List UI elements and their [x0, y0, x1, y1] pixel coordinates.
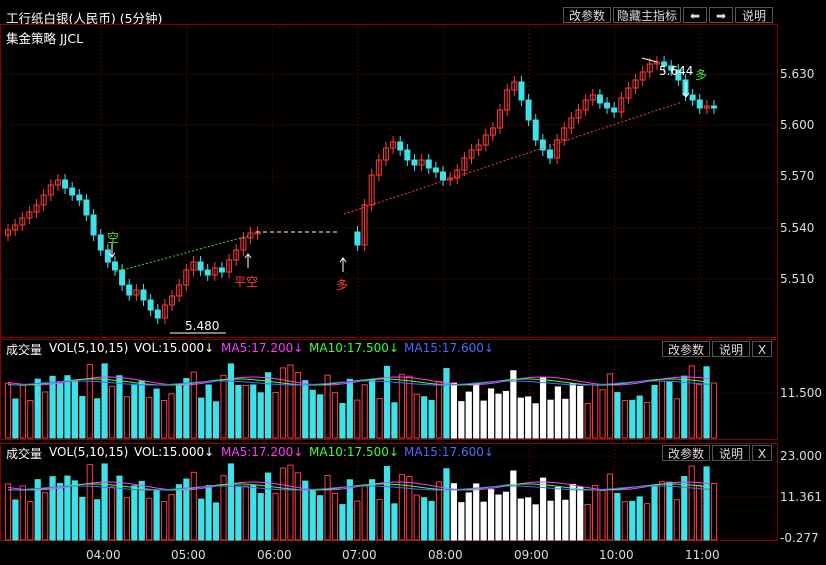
time-tick-0400: 04:00 [86, 548, 121, 562]
volume-bars-1 [4, 363, 718, 439]
vol2-params-button[interactable]: 改参数 [662, 445, 710, 461]
vol2-params: VOL(5,10,15) [49, 445, 129, 459]
volume-ma-lines-1 [7, 376, 711, 386]
candlestick-chart[interactable] [0, 0, 826, 565]
vol1-y-tick: 11.500 [780, 386, 822, 400]
vol2-label: 成交量 [6, 447, 43, 461]
vol1-ma15: MA15:17.600↓ [404, 341, 494, 355]
time-tick-1100: 11:00 [685, 548, 720, 562]
time-tick-0500: 05:00 [171, 548, 206, 562]
candles [5, 56, 717, 324]
signal-long-1: 多 [336, 278, 349, 292]
signal-long-2: 多 [695, 68, 708, 82]
volume-ma-lines-2 [7, 481, 711, 491]
time-tick-0900: 09:00 [514, 548, 549, 562]
vol2-ma15: MA15:17.600↓ [404, 445, 494, 459]
y-tick-5600: 5.600 [780, 118, 815, 132]
vol1-params-button[interactable]: 改参数 [662, 341, 710, 357]
vol1-label: 成交量 [6, 343, 43, 357]
vol2-y-tick-low: -0.277 [780, 531, 819, 545]
vol1-ma10: MA10:17.500↓ [309, 341, 399, 355]
vol1-value: VOL:15.000↓ [134, 341, 215, 355]
vol2-ma10: MA10:17.500↓ [309, 445, 399, 459]
vol1-params: VOL(5,10,15) [49, 341, 129, 355]
vol2-value: VOL:15.000↓ [134, 445, 215, 459]
vol1-ma5: MA5:17.200↓ [221, 341, 304, 355]
vol1-help-button[interactable]: 说明 [712, 341, 750, 357]
vol2-y-tick-mid: 11.361 [780, 490, 822, 504]
y-tick-5630: 5.630 [780, 67, 815, 81]
signal-close-short: 平空 [234, 275, 259, 289]
vol2-close-icon[interactable]: X [752, 445, 772, 461]
y-tick-5510: 5.510 [780, 272, 815, 286]
y-tick-5570: 5.570 [780, 169, 815, 183]
vol2-ma5: MA5:17.200↓ [221, 445, 304, 459]
y-tick-5540: 5.540 [780, 221, 815, 235]
vol1-close-icon[interactable]: X [752, 341, 772, 357]
vol2-y-tick-top: 23.000 [780, 449, 822, 463]
chart-grid [0, 24, 778, 541]
vol2-help-button[interactable]: 说明 [712, 445, 750, 461]
time-tick-0800: 08:00 [428, 548, 463, 562]
time-tick-0600: 06:00 [257, 548, 292, 562]
volume-bars-2 [4, 463, 718, 541]
low-price-label: 5.480 [185, 319, 220, 333]
signal-short: 空 [107, 231, 120, 245]
time-tick-1000: 10:00 [599, 548, 634, 562]
time-tick-0700: 07:00 [342, 548, 377, 562]
high-price-label: 5.644 [659, 64, 694, 78]
